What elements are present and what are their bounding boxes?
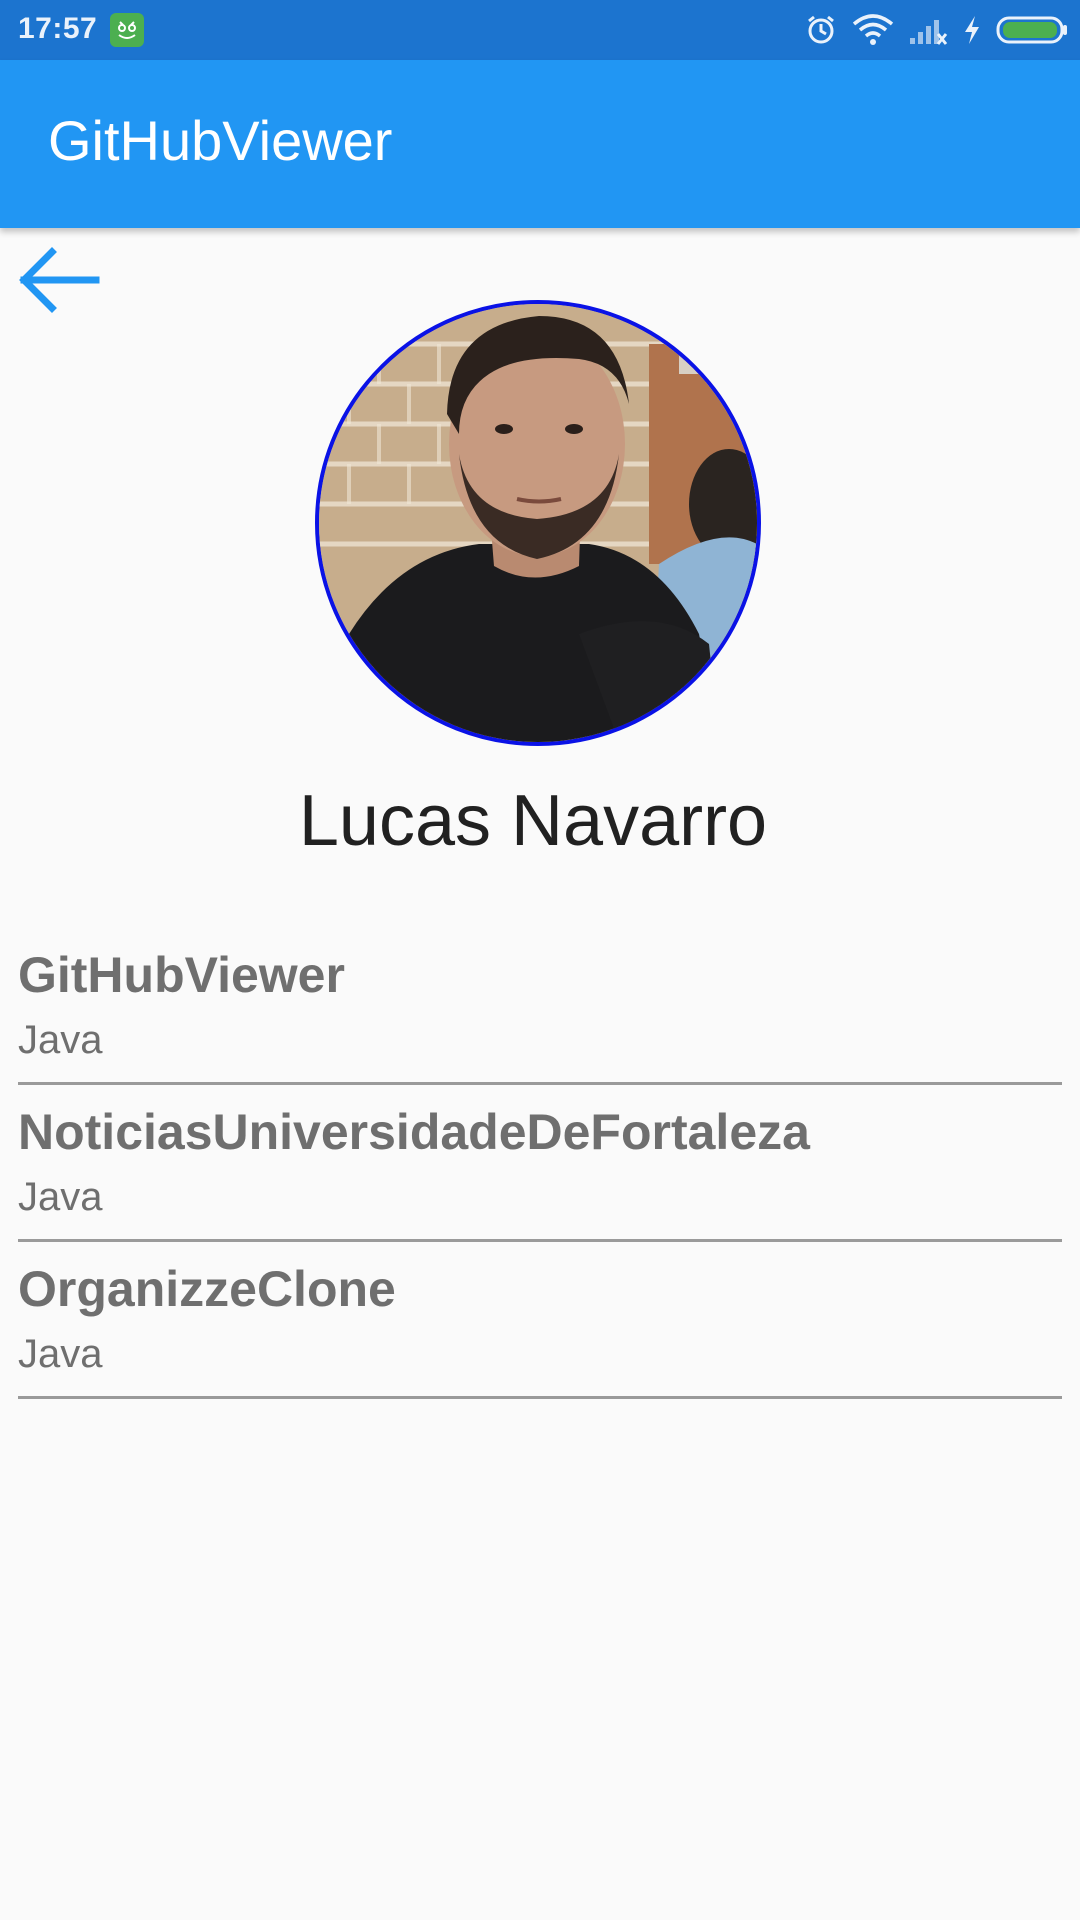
profile-name: Lucas Navarro	[298, 781, 768, 861]
avatar	[315, 300, 761, 746]
repository-language: Java	[18, 1175, 103, 1219]
back-button[interactable]	[8, 240, 108, 324]
status-time: 17:57	[18, 12, 98, 45]
status-bar: 17:57	[0, 0, 1080, 60]
charging-icon	[962, 14, 982, 46]
app-bar: GitHubViewer	[0, 60, 1080, 228]
arrow-left-icon	[16, 244, 100, 321]
repository-name: OrganizzeClone	[18, 1261, 396, 1317]
repository-language: Java	[18, 1018, 103, 1062]
list-item[interactable]: GitHubViewer Java	[18, 928, 1062, 1085]
list-item[interactable]: OrganizzeClone Java	[18, 1242, 1062, 1399]
app-title: GitHubViewer	[48, 109, 393, 172]
battery-icon	[996, 14, 1068, 46]
repository-language: Java	[18, 1332, 103, 1376]
list-item[interactable]: NoticiasUniversidadeDeFortaleza Java	[18, 1085, 1062, 1242]
app-notification-icon	[110, 13, 144, 47]
repository-list: GitHubViewer Java NoticiasUniversidadeDe…	[18, 928, 1062, 1399]
signal-icon	[908, 14, 948, 46]
alarm-icon	[804, 13, 838, 47]
wifi-icon	[852, 14, 894, 46]
repository-name: GitHubViewer	[18, 947, 345, 1003]
repository-name: NoticiasUniversidadeDeFortaleza	[18, 1104, 810, 1160]
